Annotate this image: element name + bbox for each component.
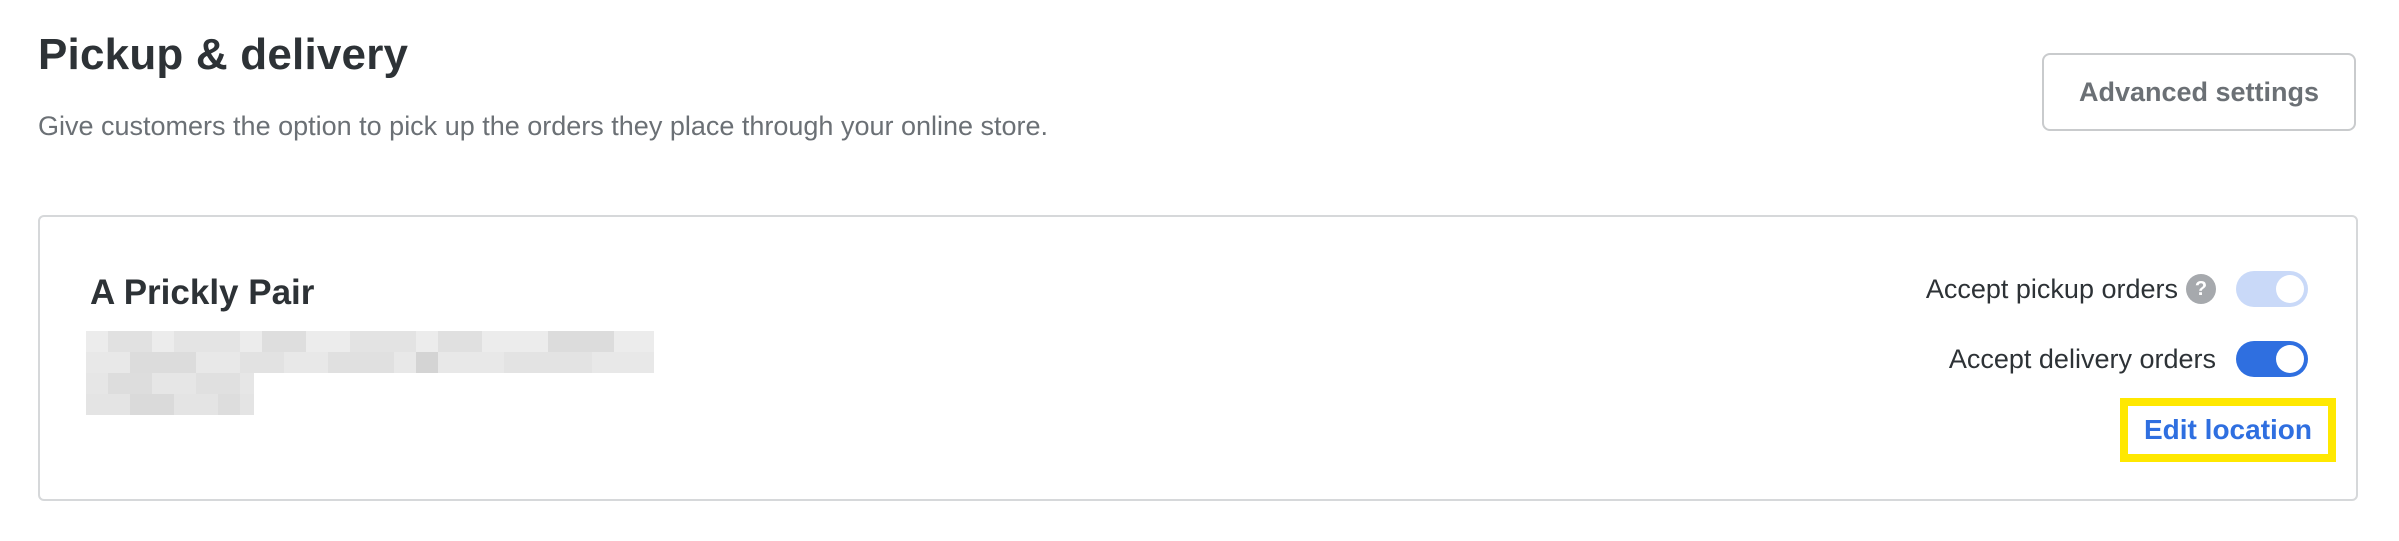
location-card: A Prickly Pair Accept pickup orders ? Ac… bbox=[38, 215, 2358, 501]
pickup-toggle-row: Accept pickup orders ? bbox=[1926, 271, 2308, 307]
toggle-knob bbox=[2276, 275, 2304, 303]
delivery-toggle[interactable] bbox=[2236, 341, 2308, 377]
page-title: Pickup & delivery bbox=[38, 30, 409, 79]
location-name: A Prickly Pair bbox=[90, 273, 315, 312]
delivery-label: Accept delivery orders bbox=[1948, 343, 2216, 374]
toggle-knob bbox=[2276, 345, 2304, 373]
pickup-toggle[interactable] bbox=[2236, 271, 2308, 307]
page-description: Give customers the option to pick up the… bbox=[38, 111, 1049, 141]
address-redacted bbox=[86, 331, 654, 417]
edit-location-link[interactable]: Edit location bbox=[2120, 398, 2336, 462]
question-circle-icon[interactable]: ? bbox=[2186, 274, 2216, 304]
delivery-toggle-row: Accept delivery orders bbox=[1949, 341, 2308, 377]
advanced-settings-button[interactable]: Advanced settings bbox=[2042, 53, 2356, 131]
pickup-label: Accept pickup orders bbox=[1925, 273, 2178, 304]
